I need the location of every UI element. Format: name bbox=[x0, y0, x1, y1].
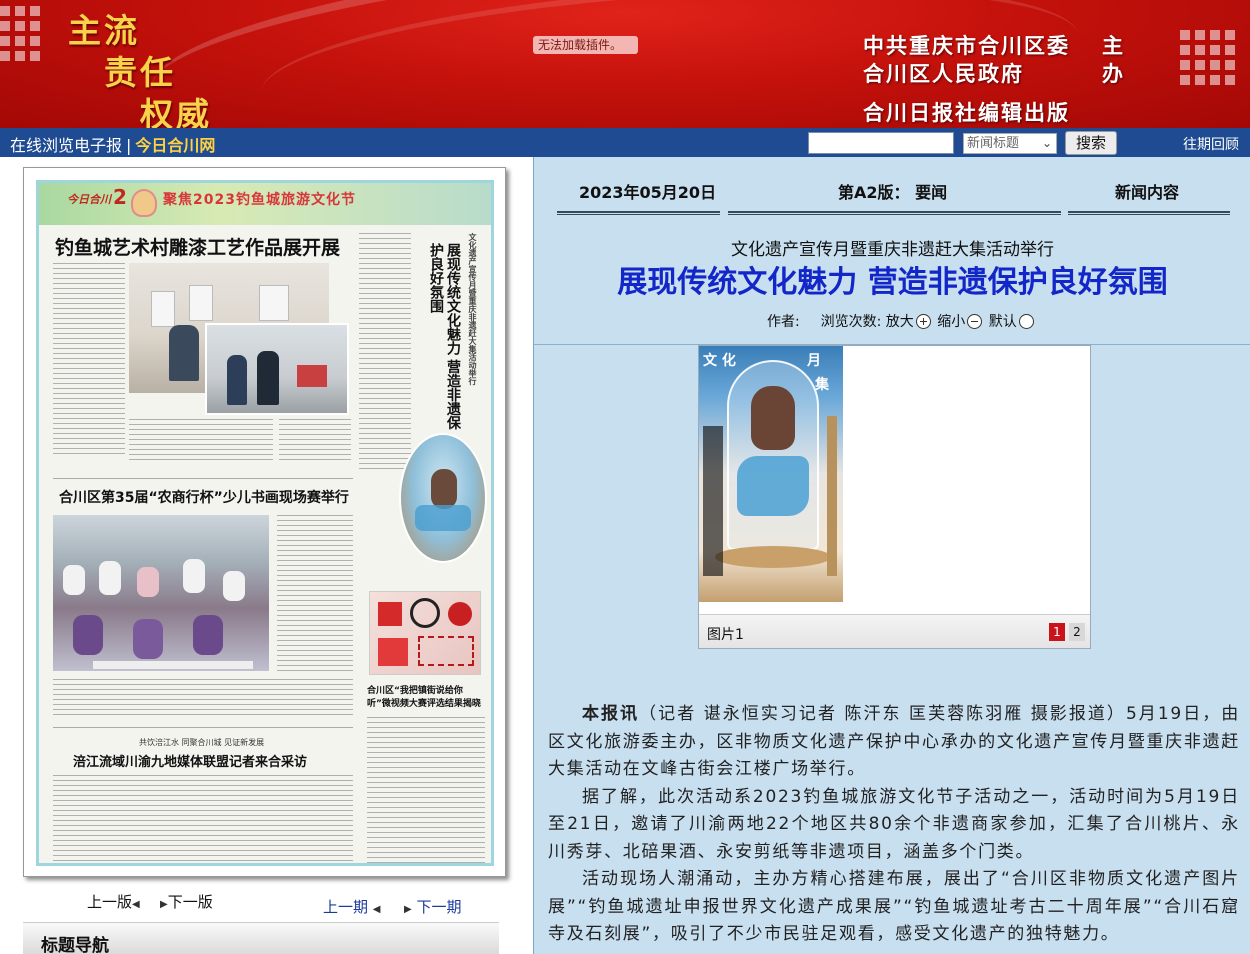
story1-text-col-1 bbox=[53, 263, 125, 458]
slogan-mainstream: 主流 bbox=[68, 11, 140, 50]
org-role-host-2: 办 bbox=[1102, 61, 1125, 86]
masthead-banner: 主流 责任 权威 无法加载插件。 中共重庆市合川区委 合川区人民政府 主 办 合… bbox=[0, 0, 1250, 128]
paper-header-banner: 今日合川 2 聚焦2023钓鱼城旅游文化节 bbox=[39, 183, 491, 225]
zoom-out-button[interactable]: 缩小 bbox=[937, 314, 984, 330]
section-label: 新闻内容 bbox=[1115, 183, 1180, 202]
slogan-responsibility: 责任 bbox=[104, 53, 176, 92]
side-story-title[interactable]: 合川区“我把镇街说给你听”微视频大赛评选结果揭晓 bbox=[367, 685, 485, 711]
title-navigation-header: 标题导航 bbox=[23, 922, 499, 954]
issue-date: 2023年05月20日 bbox=[579, 183, 717, 202]
article-paragraph-3: 活动现场人潮涌动，主办方精心搭建布展，展出了“合川区非物质文化遗产图片展”“钓鱼… bbox=[548, 869, 1240, 944]
image-viewer: 文 化 月 集 图片1 1 2 bbox=[698, 345, 1091, 649]
slogan-authority: 权威 bbox=[140, 95, 212, 128]
org-government: 合川区人民政府 bbox=[863, 61, 1024, 86]
triangle-left-icon: ◀ bbox=[132, 899, 140, 910]
story2-title[interactable]: 合川区第35届“农商行杯”少儿书画现场赛举行 bbox=[59, 487, 349, 507]
newspaper-page: 今日合川 2 聚焦2023钓鱼城旅游文化节 钓鱼城艺术村雕漆工艺作品展开展 展现… bbox=[36, 180, 494, 866]
image-viewer-bar: 图片1 1 2 bbox=[699, 614, 1090, 648]
story2-text-col-1 bbox=[277, 515, 353, 671]
next-page-label: 下一版 bbox=[167, 893, 213, 911]
publisher-line: 合川日报社编辑出版 bbox=[863, 100, 1070, 125]
edition-label: 第A2版： 要闻 bbox=[838, 183, 948, 202]
title-navigation-label: 标题导航 bbox=[41, 936, 109, 954]
story1-text-col-2 bbox=[129, 419, 273, 461]
story1-text-col-4 bbox=[359, 233, 411, 473]
search-type-select[interactable]: 新闻标题 ⌄ bbox=[963, 133, 1057, 154]
search-input[interactable] bbox=[808, 132, 954, 154]
side-story-photo-papercut bbox=[369, 591, 481, 675]
paper-page-number: 2 bbox=[113, 185, 127, 209]
prev-issue-label: 上一期 bbox=[323, 898, 369, 916]
story3-kicker: 共饮涪江水 同聚合川城 见证新发展 bbox=[139, 738, 265, 747]
story3-text bbox=[53, 775, 353, 861]
article-panel: 2023年05月20日 第A2版： 要闻 新闻内容 文化遗产宣传月暨重庆非遗赶大… bbox=[533, 157, 1250, 954]
image-page-2[interactable]: 2 bbox=[1069, 623, 1085, 641]
article-headline: 展现传统文化魅力 营造非遗保护良好氛围 bbox=[617, 265, 1168, 300]
meta-underline-2 bbox=[728, 211, 1061, 215]
image-page-1[interactable]: 1 bbox=[1049, 623, 1065, 641]
next-issue-link[interactable]: ▶ 下一期 bbox=[404, 896, 462, 917]
banner-square-pattern-right bbox=[1180, 30, 1235, 85]
story2-photo-painting-contest bbox=[53, 515, 269, 671]
article-tools: 作者: 浏览次数: 放大 缩小 默认 bbox=[767, 311, 1036, 331]
paper-logo: 今日合川 bbox=[67, 193, 111, 206]
article-lead: 本报讯 bbox=[582, 704, 640, 724]
banner-square-pattern-left bbox=[0, 6, 40, 61]
nav-links: 在线浏览电子报 | 今日合川网 bbox=[10, 132, 215, 156]
org-role-host-1: 主 bbox=[1102, 33, 1125, 58]
lead-story-vertical-title[interactable]: 展现传统文化魅力 营造非遗保护良好氛围 bbox=[427, 243, 461, 443]
minus-circle-icon bbox=[967, 314, 983, 329]
search-type-value: 新闻标题 bbox=[967, 136, 1020, 151]
meta-underline-3 bbox=[1068, 211, 1230, 215]
lead-story-vertical-kicker: 文化遗产宣传月暨重庆非遗赶大集活动举行 bbox=[468, 233, 477, 385]
triangle-right-icon: ▶ bbox=[160, 899, 168, 910]
article-photo[interactable]: 文 化 月 集 bbox=[699, 346, 843, 602]
prev-issue-link[interactable]: 上一期 ◀ bbox=[323, 896, 381, 917]
page-thumbnail[interactable]: 今日合川 2 聚焦2023钓鱼城旅游文化节 钓鱼城艺术村雕漆工艺作品展开展 展现… bbox=[23, 167, 506, 877]
lead-story-photo-oval[interactable] bbox=[399, 433, 487, 563]
zoom-default-button[interactable]: 默认 bbox=[989, 314, 1036, 330]
plugin-notice: 无法加载插件。 bbox=[533, 36, 638, 54]
zoom-out-label: 缩小 bbox=[937, 314, 966, 330]
side-story-text bbox=[367, 717, 485, 863]
author-label: 作者: bbox=[767, 314, 800, 330]
next-issue-label: 下一期 bbox=[416, 898, 462, 916]
mascot-icon bbox=[131, 189, 157, 217]
article-body: 本报讯（记者 谌永恒实习记者 陈汗东 匡芙蓉陈羽雁 摄影报道）5月19日，由区文… bbox=[548, 701, 1240, 949]
divider-2 bbox=[53, 727, 353, 728]
plus-circle-icon bbox=[915, 314, 931, 329]
story1-text-col-3 bbox=[279, 419, 351, 461]
prev-page-label: 上一版 bbox=[87, 893, 133, 911]
top-navbar: 在线浏览电子报 | 今日合川网 新闻标题 ⌄ 搜索 往期回顾 bbox=[0, 128, 1250, 157]
image-caption: 图片1 bbox=[707, 627, 744, 643]
triangle-right-icon: ▶ bbox=[404, 904, 412, 915]
story1-photo-visitors bbox=[205, 323, 349, 415]
meta-underline-1 bbox=[557, 211, 720, 215]
article-paragraph-1: 本报讯（记者 谌永恒实习记者 陈汗东 匡芙蓉陈羽雁 摄影报道）5月19日，由区文… bbox=[548, 701, 1240, 784]
circle-icon bbox=[1018, 314, 1034, 329]
nav-separator: | bbox=[126, 136, 132, 155]
triangle-left-icon: ◀ bbox=[372, 904, 381, 915]
article-paragraph-2: 据了解，此次活动系2023钓鱼城旅游文化节子活动之一，活动时间为5月19日至21… bbox=[548, 786, 1240, 862]
story2-text-col-2 bbox=[53, 679, 353, 719]
story1-title[interactable]: 钓鱼城艺术村雕漆工艺作品展开展 bbox=[55, 233, 340, 260]
online-epaper-link[interactable]: 在线浏览电子报 bbox=[10, 136, 122, 155]
left-column: 今日合川 2 聚焦2023钓鱼城旅游文化节 钓鱼城艺术村雕漆工艺作品展开展 展现… bbox=[0, 157, 533, 954]
prev-page-link[interactable]: 上一版◀ bbox=[87, 891, 140, 912]
site-link[interactable]: 今日合川网 bbox=[135, 136, 215, 155]
next-page-link[interactable]: ▶下一版 bbox=[160, 891, 213, 912]
search-button[interactable]: 搜索 bbox=[1065, 131, 1117, 155]
story3-title[interactable]: 涪江流域川渝九地媒体联盟记者来合采访 bbox=[73, 751, 307, 770]
zoom-default-label: 默认 bbox=[988, 314, 1017, 330]
article-paragraph-1-text: （记者 谌永恒实习记者 陈汗东 匡芙蓉陈羽雁 摄影报道）5月19日，由区文化旅游… bbox=[548, 704, 1241, 779]
paper-focus-banner: 聚焦2023钓鱼城旅游文化节 bbox=[163, 192, 356, 208]
divider-1 bbox=[53, 478, 353, 479]
zoom-in-button[interactable]: 放大 bbox=[886, 314, 933, 330]
archive-link[interactable]: 往期回顾 bbox=[1183, 134, 1239, 154]
zoom-in-label: 放大 bbox=[885, 314, 914, 330]
views-label: 浏览次数: bbox=[820, 314, 882, 330]
org-party-committee: 中共重庆市合川区委 bbox=[863, 33, 1070, 58]
chevron-down-icon: ⌄ bbox=[1041, 136, 1052, 150]
